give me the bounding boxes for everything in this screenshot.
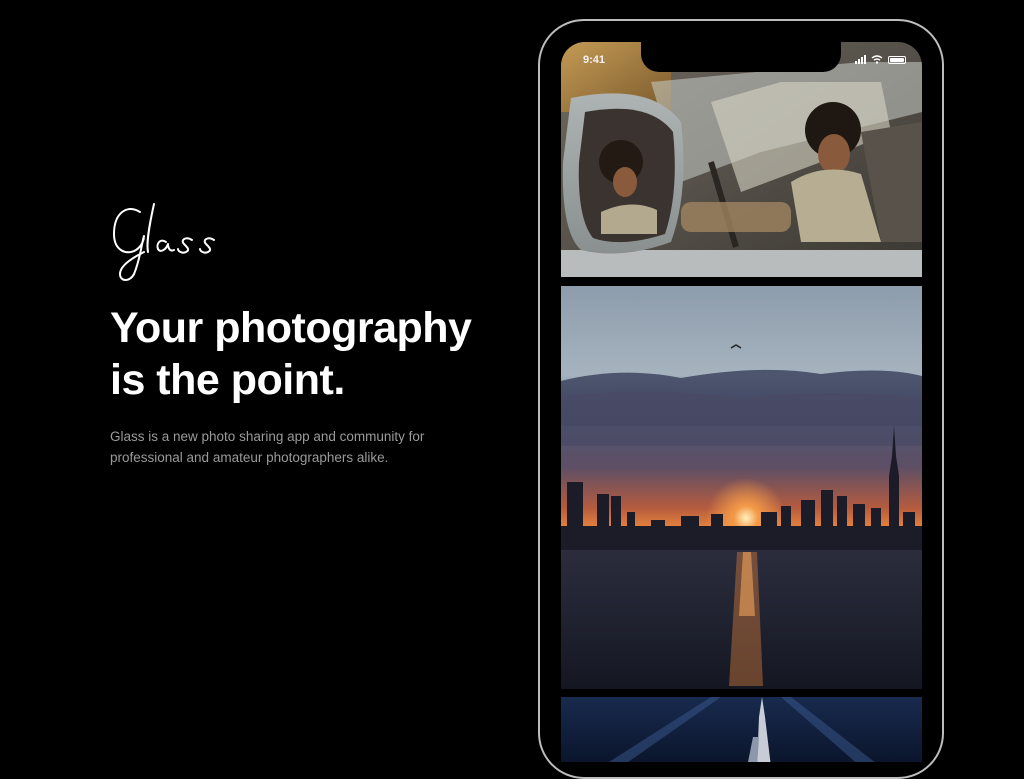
description-line-1: Glass is a new photo sharing app and com… [110, 429, 425, 444]
phone-screen: 9:41 [561, 42, 922, 762]
wifi-icon [871, 55, 883, 64]
feed-photo-car[interactable] [561, 42, 922, 277]
headline: Your photography is the point. [110, 302, 510, 406]
hero-section: Your photography is the point. Glass is … [110, 198, 510, 482]
signal-icon [855, 55, 866, 64]
phone-notch [641, 42, 841, 72]
feed-photo-sunset[interactable] [561, 286, 922, 689]
battery-icon [888, 56, 906, 64]
description-line-2: professional and amateur photographers a… [110, 450, 389, 465]
glass-logo [113, 203, 215, 281]
feed-photo-tower[interactable] [561, 697, 922, 762]
status-time: 9:41 [583, 54, 606, 66]
headline-line-2: is the point. [110, 356, 345, 404]
description: Glass is a new photo sharing app and com… [110, 426, 440, 468]
headline-line-1: Your photography [110, 304, 472, 352]
status-icons [855, 55, 906, 64]
